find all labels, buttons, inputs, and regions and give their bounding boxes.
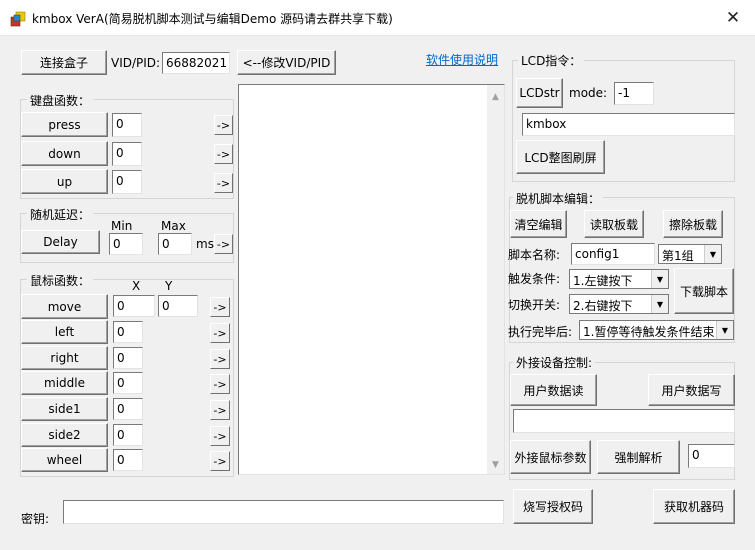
wheel-send-button[interactable]: -> [210, 451, 230, 471]
left-send-button[interactable]: -> [210, 323, 230, 343]
right-send-button[interactable]: -> [210, 349, 230, 369]
side1-send-button[interactable]: -> [210, 400, 230, 420]
side2-input[interactable]: 0 [113, 424, 143, 446]
lcdstr-button[interactable]: LCDstr [516, 78, 563, 108]
middle-input[interactable]: 0 [113, 372, 143, 394]
press-send-button[interactable]: -> [214, 115, 233, 135]
side2-send-button[interactable]: -> [210, 426, 230, 446]
left-button[interactable]: left [21, 320, 108, 344]
user-data-write-button[interactable]: 用户数据写 [648, 374, 735, 406]
move-y-input[interactable]: 0 [158, 295, 198, 317]
mode-label: mode: [569, 86, 608, 100]
modify-vidpid-button[interactable]: <--修改VID/PID [237, 50, 336, 75]
up-send-button[interactable]: -> [214, 173, 233, 193]
wheel-input[interactable]: 0 [113, 449, 143, 471]
script-name-input[interactable]: config1 [571, 243, 655, 265]
chevron-down-icon[interactable]: ▼ [716, 321, 733, 339]
script-name-label: 脚本名称: [508, 248, 561, 262]
switch-label: 切换开关: [508, 298, 561, 312]
download-script-button[interactable]: 下载脚本 [674, 268, 734, 314]
textarea-scrollbar[interactable]: ▲ ▼ [487, 85, 504, 474]
delay-group-title: 随机延迟： [27, 206, 94, 223]
key-input[interactable] [63, 500, 504, 524]
after-exec-select[interactable]: 1.暂停等待触发条件结束 ▼ [579, 320, 734, 340]
min-label: Min [111, 219, 133, 233]
mode-input[interactable]: -1 [614, 82, 654, 105]
move-x-input[interactable]: 0 [113, 295, 155, 317]
down-send-button[interactable]: -> [214, 144, 233, 164]
delay-min-input[interactable]: 0 [109, 233, 143, 255]
connect-button[interactable]: 连接盒子 [21, 50, 107, 75]
title-bar: kmbox VerA(简易脱机脚本测试与编辑Demo 源码请去群共享下载) ✕ [0, 0, 755, 36]
side1-button[interactable]: side1 [21, 397, 108, 421]
x-label: X [132, 279, 141, 293]
group-select[interactable]: 第1组 ▼ [658, 244, 722, 264]
script-edit-group-title: 脱机脚本编辑： [513, 190, 604, 207]
press-button[interactable]: press [21, 112, 108, 137]
force-parse-button[interactable]: 强制解析 [597, 440, 680, 474]
lcd-refresh-button[interactable]: LCD整图刷屏 [516, 140, 605, 174]
key-label: 密钥: [21, 512, 50, 526]
right-button[interactable]: right [21, 346, 108, 370]
vidpid-input[interactable]: 66882021 [162, 52, 230, 74]
right-input[interactable]: 0 [113, 347, 143, 369]
move-send-button[interactable]: -> [210, 297, 230, 317]
keyboard-group-title: 键盘函数： [27, 92, 94, 109]
after-exec-select-value: 1.暂停等待触发条件结束 [583, 325, 715, 339]
left-input[interactable]: 0 [113, 321, 143, 343]
lcd-text-input[interactable]: kmbox [522, 113, 735, 136]
script-textarea[interactable]: ▲ ▼ [238, 84, 505, 475]
force-parse-input[interactable]: 0 [688, 444, 735, 468]
switch-select-value: 2.右键按下 [573, 299, 633, 313]
chevron-down-icon[interactable]: ▼ [651, 295, 668, 313]
switch-select[interactable]: 2.右键按下 ▼ [569, 294, 669, 314]
chevron-down-icon[interactable]: ▼ [704, 245, 721, 263]
delay-max-input[interactable]: 0 [158, 233, 192, 255]
max-label: Max [161, 219, 186, 233]
move-button[interactable]: move [21, 294, 108, 319]
delay-button[interactable]: Delay [21, 230, 100, 254]
after-exec-label: 执行完毕后: [508, 325, 573, 339]
main-window: kmbox VerA(简易脱机脚本测试与编辑Demo 源码请去群共享下载) ✕ … [0, 0, 755, 550]
external-mouse-param-button[interactable]: 外接鼠标参数 [510, 440, 591, 474]
y-label: Y [165, 279, 173, 293]
down-button[interactable]: down [21, 141, 108, 166]
mouse-group-title: 鼠标函数： [27, 272, 94, 289]
erase-onboard-button[interactable]: 擦除板载 [663, 210, 723, 238]
get-machine-code-button[interactable]: 获取机器码 [653, 489, 735, 524]
side2-button[interactable]: side2 [21, 423, 108, 447]
ms-label: ms [196, 237, 214, 251]
trigger-select-value: 1.左键按下 [573, 274, 633, 288]
up-button[interactable]: up [21, 169, 108, 194]
lcd-group-title: LCD指令： [518, 52, 585, 69]
app-icon [10, 11, 26, 27]
read-onboard-button[interactable]: 读取板载 [584, 210, 644, 238]
wheel-button[interactable]: wheel [21, 448, 108, 472]
vidpid-label: VID/PID: [111, 56, 161, 70]
burn-auth-code-button[interactable]: 烧写授权码 [513, 489, 593, 524]
down-input[interactable]: 0 [112, 142, 142, 166]
trigger-label: 触发条件: [508, 272, 561, 286]
press-input[interactable]: 0 [112, 113, 142, 137]
close-icon[interactable]: ✕ [722, 8, 744, 28]
external-group-title: 外接设备控制: [513, 354, 596, 371]
middle-send-button[interactable]: -> [210, 374, 230, 394]
trigger-select[interactable]: 1.左键按下 ▼ [569, 269, 669, 289]
chevron-down-icon[interactable]: ▼ [651, 270, 668, 288]
up-input[interactable]: 0 [112, 170, 142, 194]
window-title: kmbox VerA(简易脱机脚本测试与编辑Demo 源码请去群共享下载) [32, 12, 393, 26]
side1-input[interactable]: 0 [113, 398, 143, 420]
user-data-input[interactable] [513, 409, 735, 433]
middle-button[interactable]: middle [21, 371, 108, 395]
group-select-value: 第1组 [662, 249, 694, 263]
scroll-down-icon[interactable]: ▼ [487, 457, 504, 473]
scroll-up-icon[interactable]: ▲ [487, 89, 504, 105]
clear-edit-button[interactable]: 清空编辑 [510, 210, 567, 238]
delay-send-button[interactable]: -> [214, 234, 233, 254]
help-link[interactable]: 软件使用说明 [426, 51, 498, 68]
user-data-read-button[interactable]: 用户数据读 [510, 374, 597, 406]
